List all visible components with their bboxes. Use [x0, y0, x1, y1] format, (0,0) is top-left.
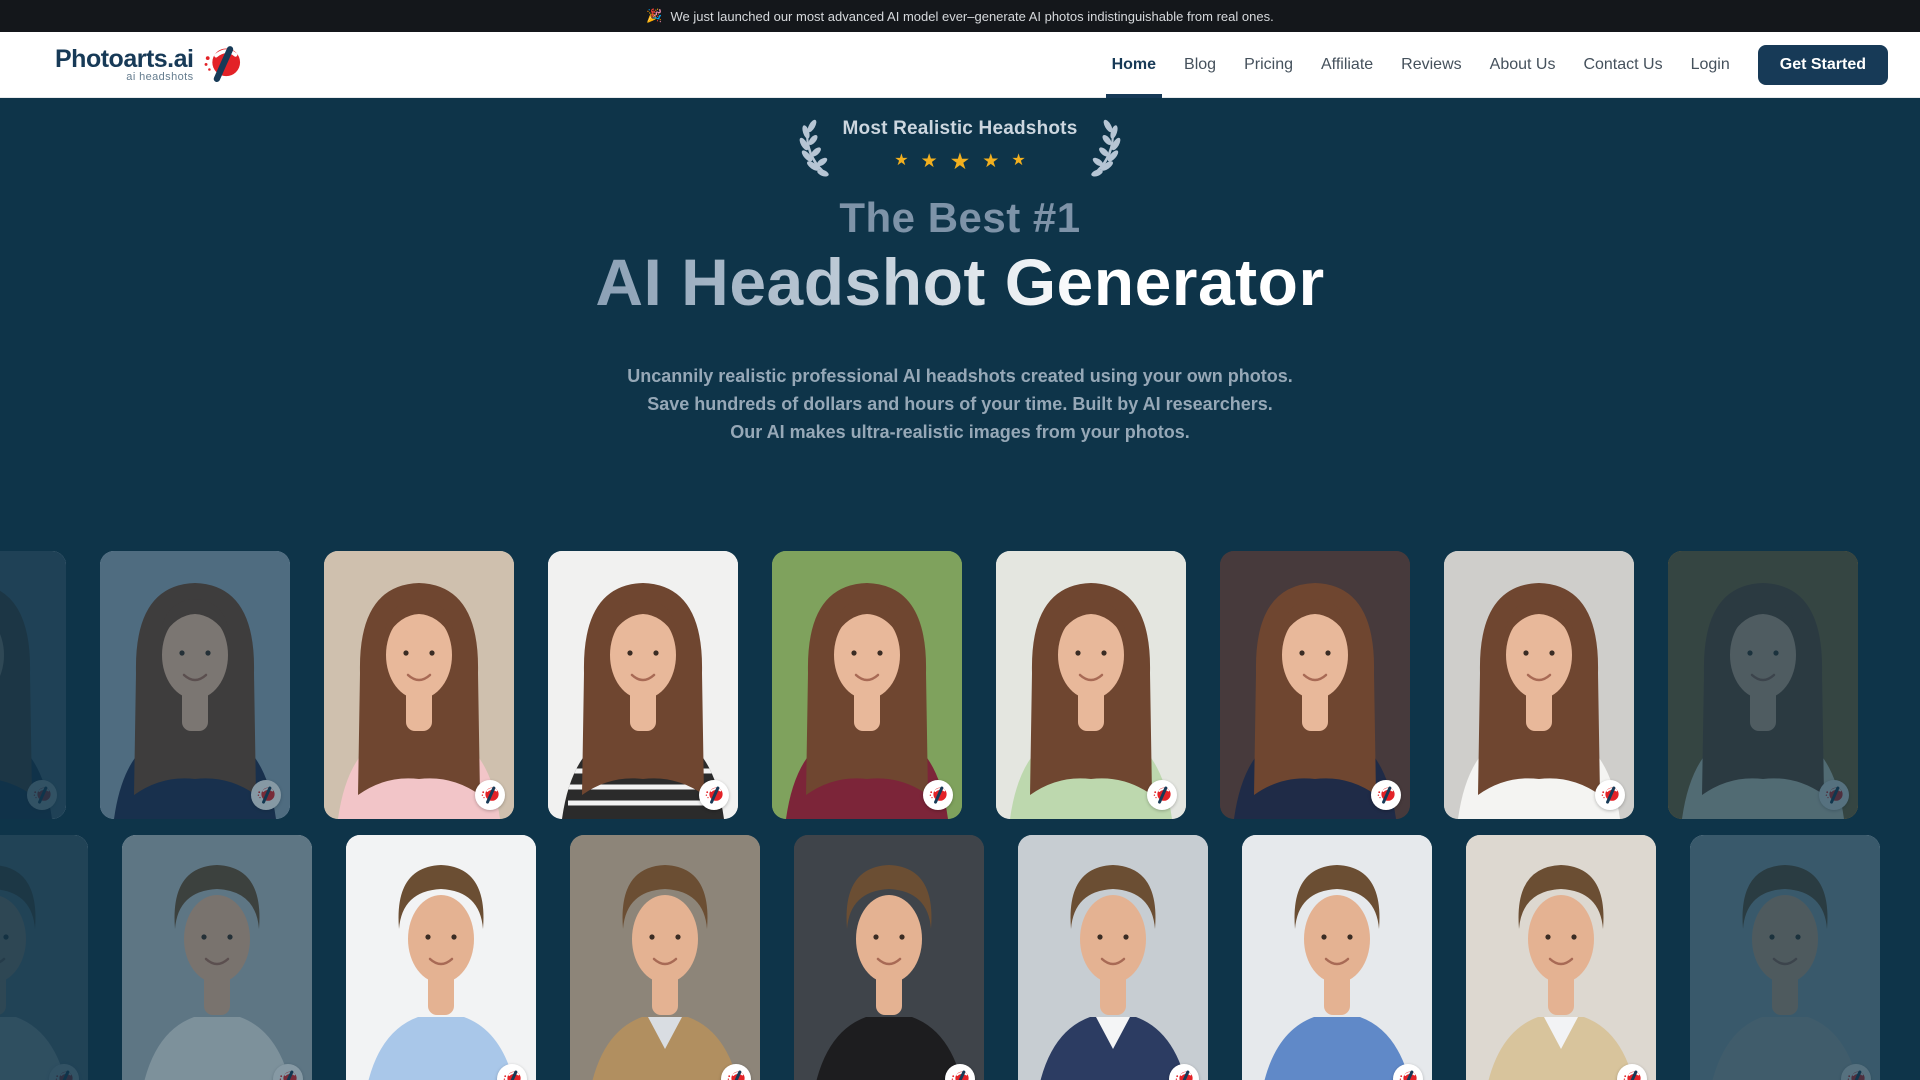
photoarts-watermark-icon [475, 780, 505, 810]
headshot-man-gray-zip [1690, 835, 1880, 1080]
headshot-man-navy-suit [1018, 835, 1208, 1080]
paintbrush-logo-icon [201, 43, 243, 87]
gallery-row [0, 551, 1858, 819]
headshot-man-tan-jacket [570, 835, 760, 1080]
announcement-banner: 🎉 We just launched our most advanced AI … [0, 0, 1920, 32]
brand-logo[interactable]: Photoarts.ai ai headshots [55, 43, 243, 87]
headshot-woman-chef-coat [1444, 551, 1634, 819]
headshot-woman-yellow-cardigan [1668, 551, 1858, 819]
headshot-man-light-polo [122, 835, 312, 1080]
star-icon: ★ [894, 153, 908, 169]
party-popper-icon: 🎉 [646, 8, 662, 24]
get-started-button[interactable]: Get Started [1758, 45, 1888, 85]
main-navigation: Home Blog Pricing Affiliate Reviews About Us C… [1112, 32, 1730, 97]
headshot-man-blue-scrubs [1242, 835, 1432, 1080]
star-icon: ★ [1011, 153, 1025, 169]
hero-description: Uncannily realistic professional AI head… [0, 362, 1920, 446]
headshot-man-edge-left [0, 835, 88, 1080]
five-star-rating: ★ ★ ★ ★ ★ [894, 148, 1025, 174]
star-icon: ★ [950, 150, 971, 173]
headshot-woman-maroon-blazer-outdoor [772, 551, 962, 819]
photoarts-watermark-icon [1147, 780, 1177, 810]
photoarts-watermark-icon [923, 780, 953, 810]
headshot-man-blue-shirt [346, 835, 536, 1080]
nav-link-blog[interactable]: Blog [1184, 32, 1216, 97]
nav-link-pricing[interactable]: Pricing [1244, 32, 1293, 97]
headshot-woman-edge-left [0, 551, 66, 819]
laurel-right-icon [1087, 114, 1123, 178]
hero-description-line: Uncannily realistic professional AI head… [0, 362, 1920, 390]
photoarts-watermark-icon [1371, 780, 1401, 810]
laurel-left-icon [797, 114, 833, 178]
nav-link-affiliate[interactable]: Affiliate [1321, 32, 1373, 97]
nav-link-reviews[interactable]: Reviews [1401, 32, 1461, 97]
headshot-woman-striped-polo [548, 551, 738, 819]
hero-description-line: Save hundreds of dollars and hours of yo… [0, 390, 1920, 418]
nav-link-contact-us[interactable]: Contact Us [1583, 32, 1662, 97]
gallery-row [0, 835, 1880, 1080]
photoarts-watermark-icon [699, 780, 729, 810]
announcement-text: We just launched our most advanced AI mo… [671, 9, 1274, 24]
hero-section: Most Realistic Headshots ★ ★ ★ ★ ★ The Best … [0, 98, 1920, 1080]
photoarts-watermark-icon [1595, 780, 1625, 810]
hero-description-line: Our AI makes ultra-realistic images from… [0, 418, 1920, 446]
headshot-woman-navy-top [100, 551, 290, 819]
star-icon: ★ [982, 152, 999, 171]
nav-link-home[interactable]: Home [1112, 32, 1156, 97]
star-icon: ★ [921, 152, 938, 171]
brand-name: Photoarts.ai [55, 46, 193, 72]
page-title: AI Headshot Generator [595, 244, 1324, 320]
rating-badge: Most Realistic Headshots ★ ★ ★ ★ ★ [0, 98, 1920, 178]
brand-tagline: ai headshots [126, 71, 193, 83]
headshot-man-beige-sweater [1466, 835, 1656, 1080]
nav-link-about-us[interactable]: About Us [1490, 32, 1556, 97]
nav-link-login[interactable]: Login [1691, 32, 1730, 97]
headshot-man-black-turtleneck [794, 835, 984, 1080]
badge-title: Most Realistic Headshots [843, 118, 1078, 140]
headshot-woman-pink-blazer [324, 551, 514, 819]
hero-subtitle-heading: The Best #1 [0, 194, 1920, 242]
headshot-woman-green-top [996, 551, 1186, 819]
headshot-woman-navy-blazer-dark [1220, 551, 1410, 819]
navbar: Photoarts.ai ai headshots Home Blog Pricin… [0, 32, 1920, 98]
